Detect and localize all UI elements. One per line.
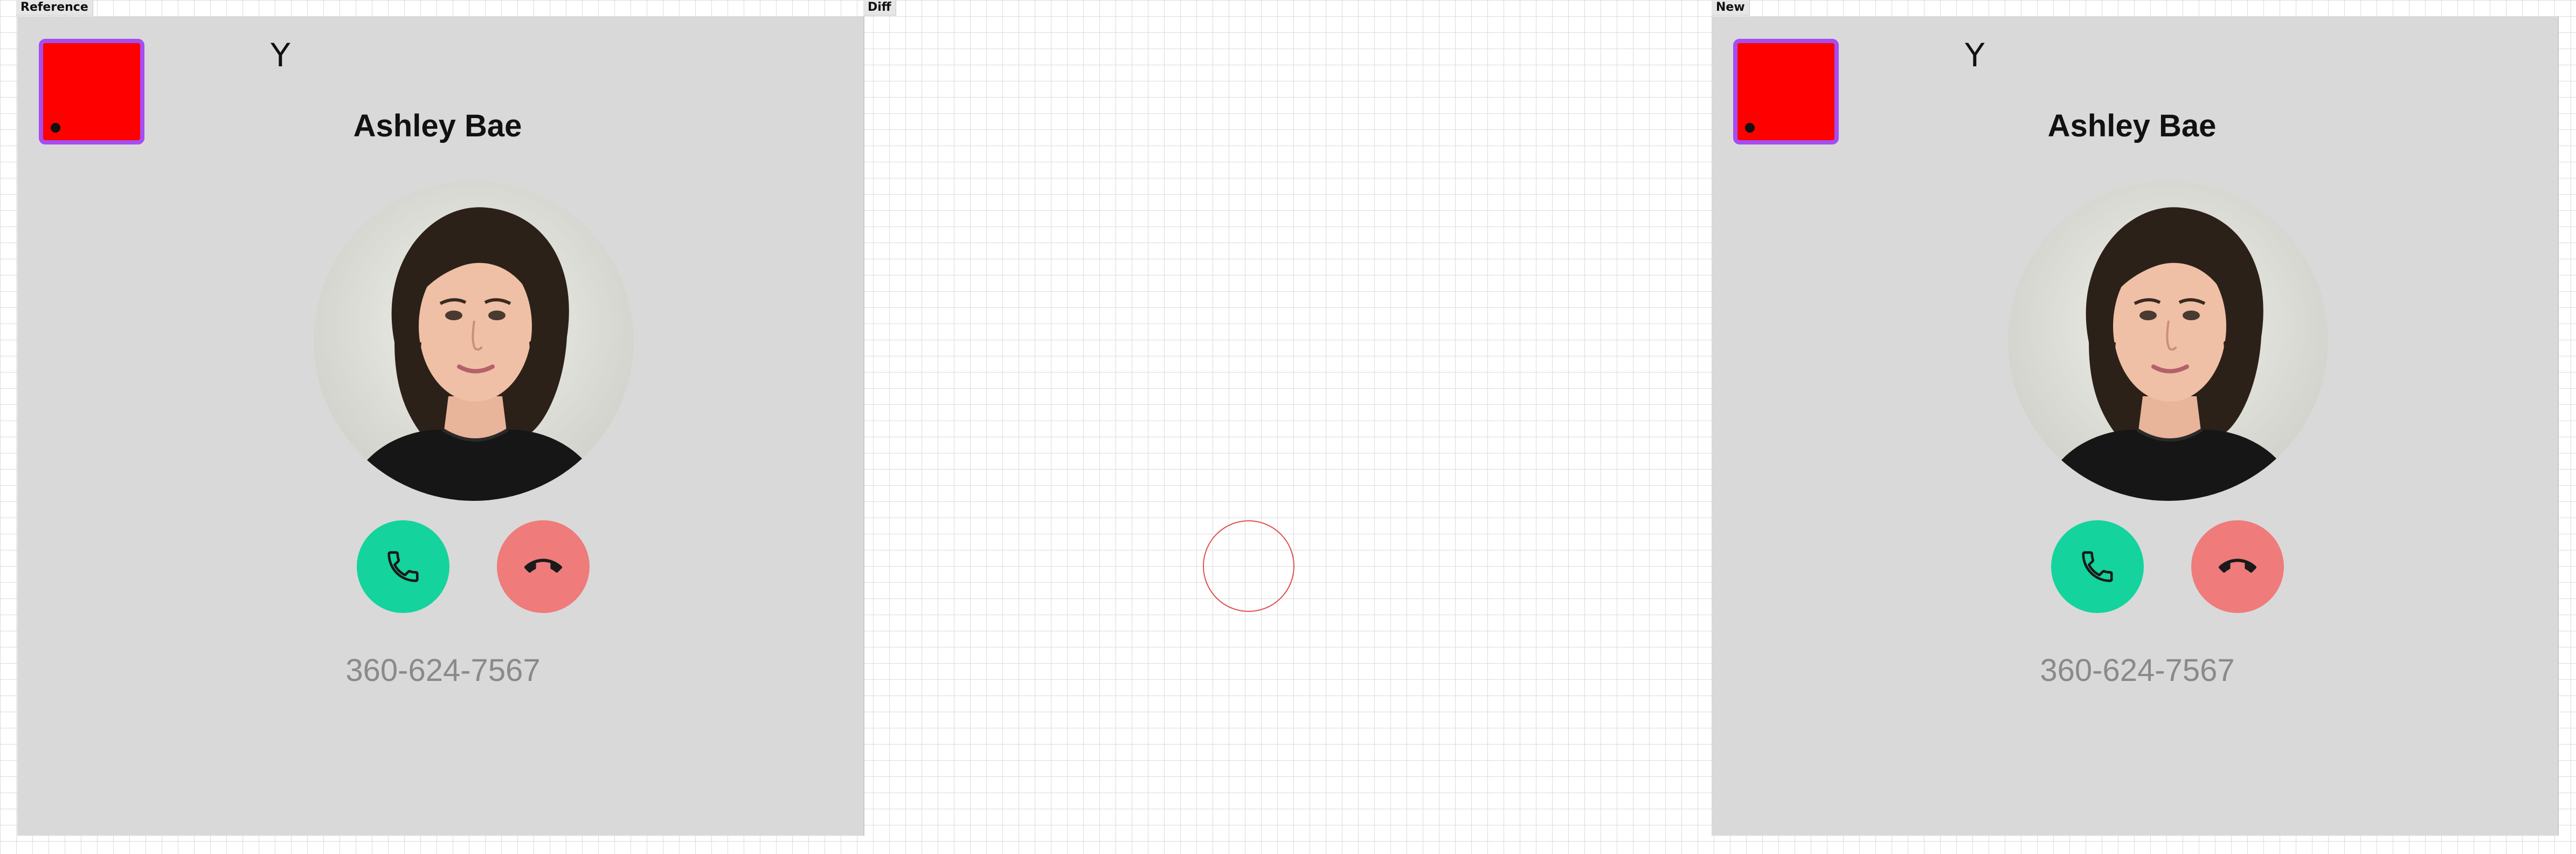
phone-icon <box>387 551 419 582</box>
contact-photo-icon <box>2040 207 2299 501</box>
hang-up-icon <box>524 559 562 573</box>
hang-up-icon <box>2219 559 2256 573</box>
accept-call-button[interactable] <box>357 520 449 613</box>
contact-name: Ashley Bae <box>353 108 522 143</box>
decline-call-button[interactable] <box>497 520 590 613</box>
phone-icon <box>2082 551 2113 582</box>
contact-photo-icon <box>346 207 605 501</box>
phone-number: 360-624-7567 <box>345 653 541 688</box>
diff-panel <box>863 16 1713 836</box>
corner-glyph: Y <box>1965 37 1985 74</box>
reference-panel-label: Reference <box>16 0 93 16</box>
accept-call-button[interactable] <box>2051 520 2144 613</box>
reference-call-screen: Y Ashley Bae 360-624-7567 <box>17 16 864 836</box>
diff-highlight-ring <box>1203 520 1294 612</box>
contact-avatar <box>314 181 634 501</box>
decline-call-button[interactable] <box>2191 520 2284 613</box>
contact-name: Ashley Bae <box>2047 108 2217 143</box>
corner-glyph: Y <box>271 37 290 74</box>
new-call-screen: Y Ashley Bae 360-624-7567 <box>1712 16 2559 836</box>
contact-avatar <box>2008 181 2328 501</box>
diff-panel-label: Diff <box>863 0 896 16</box>
phone-number: 360-624-7567 <box>2040 653 2235 688</box>
new-panel-label: New <box>1712 0 1750 16</box>
